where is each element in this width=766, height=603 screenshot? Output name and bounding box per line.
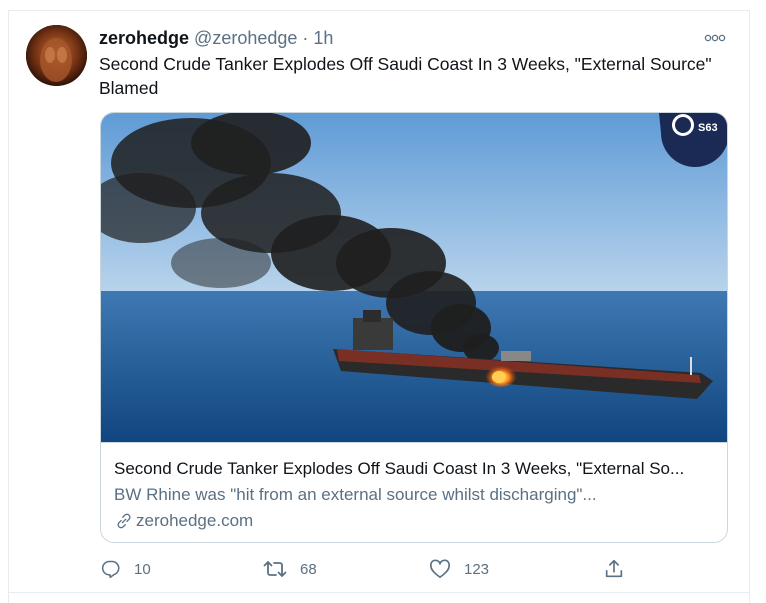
card-description: BW Rhine was "hit from an external sourc… (114, 485, 597, 504)
avatar[interactable] (26, 25, 87, 86)
reply-icon (101, 560, 120, 579)
heart-icon (430, 559, 450, 578)
link-icon (117, 513, 131, 529)
like-count: 123 (464, 560, 490, 578)
watermark-text: S63 (698, 122, 718, 134)
card-domain: zerohedge.com (114, 510, 253, 532)
author-handle[interactable]: @zerohedge (194, 28, 297, 48)
share-icon (605, 559, 623, 578)
retweet-count: 68 (300, 560, 317, 578)
reply-button[interactable]: 10 (101, 556, 151, 582)
tweet-time[interactable]: 1h (313, 28, 333, 48)
action-bar: 10 68 123 (0, 556, 766, 582)
card-title: Second Crude Tanker Explodes Off Saudi C… (114, 459, 685, 478)
card-domain-text: zerohedge.com (136, 511, 254, 530)
author-name[interactable]: zerohedge (99, 28, 189, 48)
tweet-header: zerohedge @zerohedge · 1h (99, 27, 333, 49)
retweet-button[interactable]: 68 (263, 556, 317, 582)
divider (8, 592, 750, 593)
tweet-text: Second Crude Tanker Explodes Off Saudi C… (99, 54, 712, 98)
card-body[interactable]: Second Crude Tanker Explodes Off Saudi C… (101, 442, 727, 542)
reply-count: 10 (134, 560, 151, 578)
link-card[interactable]: S63 Second Crude Tanker Explodes Off Sau… (100, 112, 728, 543)
more-options-icon[interactable] (700, 30, 730, 46)
retweet-icon (263, 561, 287, 577)
share-button[interactable] (603, 556, 625, 582)
like-button[interactable]: 123 (429, 556, 489, 582)
separator: · (297, 28, 314, 48)
card-image[interactable]: S63 (101, 113, 727, 442)
